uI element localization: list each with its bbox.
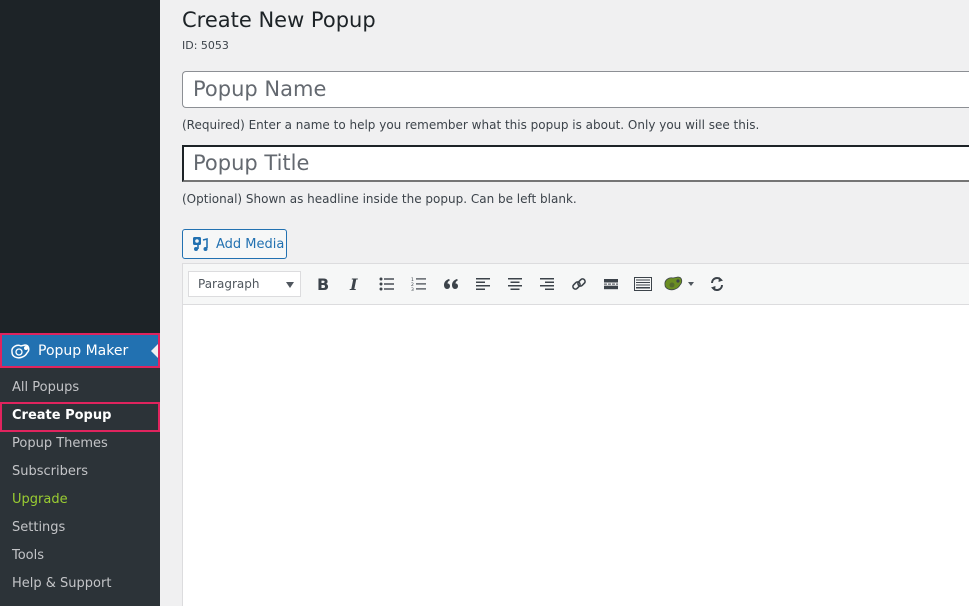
bold-button[interactable]: B bbox=[307, 270, 339, 298]
svg-text:I: I bbox=[349, 276, 358, 292]
svg-text:B: B bbox=[317, 276, 329, 292]
current-menu-arrow bbox=[151, 344, 158, 358]
blockquote-button[interactable] bbox=[435, 270, 467, 298]
align-left-button[interactable] bbox=[467, 270, 499, 298]
link-icon bbox=[572, 278, 586, 290]
format-select[interactable]: Paragraph bbox=[188, 271, 301, 297]
submenu-create-popup[interactable]: Create Popup bbox=[0, 402, 160, 432]
bold-icon: B bbox=[317, 276, 329, 292]
refresh-button[interactable] bbox=[701, 270, 733, 298]
popup-name-input[interactable]: Popup Name bbox=[182, 71, 969, 108]
sidebar-menu-popup-maker[interactable]: Popup Maker bbox=[0, 333, 160, 368]
read-more-icon bbox=[604, 279, 618, 290]
editor-toolbar: Paragraph B I 123 bbox=[183, 264, 969, 305]
popup-maker-shortcode-icon bbox=[664, 276, 694, 291]
submenu-upgrade[interactable]: Upgrade bbox=[0, 486, 160, 514]
format-select-value: Paragraph bbox=[198, 277, 260, 291]
menu-head-label: Popup Maker bbox=[38, 342, 129, 359]
italic-icon: I bbox=[349, 276, 358, 292]
align-center-icon bbox=[508, 278, 522, 290]
add-media-icon bbox=[193, 237, 208, 251]
popup-name-hint: (Required) Enter a name to help you reme… bbox=[182, 118, 760, 132]
align-center-button[interactable] bbox=[499, 270, 531, 298]
submenu-popup-themes[interactable]: Popup Themes bbox=[0, 430, 160, 458]
numbered-list-button[interactable]: 123 bbox=[403, 270, 435, 298]
main-content: Create New Popup ID: 5053 Popup Name (Re… bbox=[182, 0, 969, 606]
submenu-help-support[interactable]: Help & Support bbox=[0, 570, 160, 598]
submenu-subscribers[interactable]: Subscribers bbox=[0, 458, 160, 486]
bullet-list-icon bbox=[379, 277, 394, 291]
editor-content-area[interactable] bbox=[183, 305, 969, 606]
submenu-tools[interactable]: Tools bbox=[0, 542, 160, 570]
read-more-button[interactable] bbox=[595, 270, 627, 298]
popup-title-hint: (Optional) Shown as headline inside the … bbox=[182, 192, 577, 206]
bullet-list-button[interactable] bbox=[371, 270, 403, 298]
align-right-icon bbox=[540, 278, 554, 290]
refresh-icon bbox=[711, 277, 723, 291]
italic-button[interactable]: I bbox=[339, 270, 371, 298]
toolbar-toggle-button[interactable] bbox=[627, 270, 659, 298]
content-editor: Paragraph B I 123 bbox=[182, 263, 969, 606]
popup-maker-shortcode-button[interactable] bbox=[659, 270, 701, 298]
blockquote-icon bbox=[444, 279, 458, 289]
popup-title-input[interactable]: Popup Title bbox=[182, 145, 969, 182]
popup-id: ID: 5053 bbox=[182, 39, 229, 52]
svg-text:3: 3 bbox=[411, 287, 414, 291]
submenu-all-popups[interactable]: All Popups bbox=[0, 374, 160, 402]
page-title: Create New Popup bbox=[182, 8, 376, 32]
chevron-down-icon bbox=[286, 282, 294, 288]
submenu-settings[interactable]: Settings bbox=[0, 514, 160, 542]
add-media-label: Add Media bbox=[216, 236, 285, 252]
popup-maker-submenu: All Popups Create Popup Popup Themes Sub… bbox=[0, 368, 160, 606]
align-right-button[interactable] bbox=[531, 270, 563, 298]
popup-maker-icon bbox=[11, 343, 30, 359]
add-media-button[interactable]: Add Media bbox=[182, 229, 287, 259]
toolbar-toggle-icon bbox=[634, 277, 652, 291]
align-left-icon bbox=[476, 278, 490, 290]
insert-link-button[interactable] bbox=[563, 270, 595, 298]
sidebar-menu-top bbox=[0, 0, 160, 333]
numbered-list-icon: 123 bbox=[411, 277, 426, 291]
